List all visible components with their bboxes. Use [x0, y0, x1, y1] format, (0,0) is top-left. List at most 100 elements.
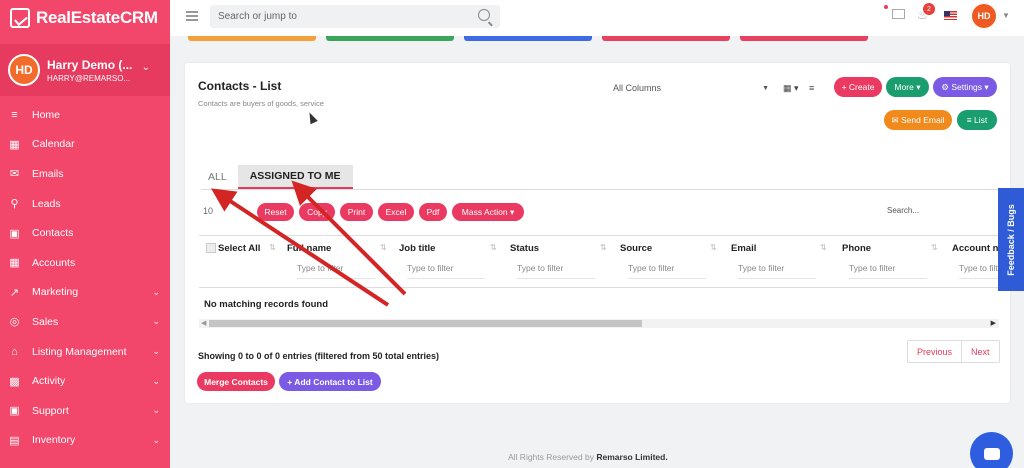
- select-all-checkbox[interactable]: [206, 243, 216, 253]
- col-source[interactable]: Source: [620, 243, 652, 254]
- sidebar-item-accounts[interactable]: ▦ Accounts: [0, 248, 170, 278]
- list-button[interactable]: ≡ List: [957, 110, 997, 130]
- sort-icon[interactable]: ⇅: [710, 243, 717, 252]
- sidebar-item-contacts[interactable]: ▣ Contacts: [0, 218, 170, 248]
- avatar[interactable]: HD: [972, 4, 996, 28]
- sidebar-item-support[interactable]: ▣ Support ⌄: [0, 396, 170, 426]
- user-name: Harry Demo (...: [47, 57, 133, 72]
- home-icon: ≡: [11, 108, 18, 121]
- filter-status[interactable]: Type to filter: [517, 261, 595, 279]
- copy-button[interactable]: Copy: [299, 203, 335, 221]
- scroll-right-icon[interactable]: ▶: [991, 319, 996, 327]
- brand-logo[interactable]: RealEstateCRM: [0, 0, 170, 36]
- page-subtitle: Contacts are buyers of goods, service: [198, 99, 324, 108]
- tabs-divider: [201, 189, 1001, 190]
- grid-view-icon[interactable]: ▦ ▾: [783, 83, 799, 94]
- mail-icon[interactable]: [892, 9, 905, 19]
- filter-email[interactable]: Type to filter: [738, 261, 816, 279]
- filter-full-name[interactable]: Type to filter: [297, 261, 375, 279]
- col-select-all[interactable]: Select All: [218, 243, 260, 254]
- inventory-icon: ▤: [9, 434, 20, 447]
- sidebar-item-calendar[interactable]: ▦ Calendar: [0, 130, 170, 160]
- table-search-input[interactable]: Search...: [887, 206, 919, 215]
- search-icon[interactable]: [478, 9, 490, 21]
- horizontal-scrollbar[interactable]: ◀ ▶: [199, 319, 999, 328]
- col-job-title[interactable]: Job title: [399, 243, 435, 254]
- page-length-select[interactable]: 10: [203, 206, 213, 216]
- sort-icon[interactable]: ⇅: [269, 243, 276, 252]
- brand-name-rest: CRM: [119, 8, 158, 27]
- tab-all[interactable]: ALL: [201, 165, 234, 189]
- house-icon: ⌂: [11, 345, 18, 358]
- tab-assigned-to-me[interactable]: ASSIGNED TO ME: [237, 165, 353, 189]
- col-status[interactable]: Status: [510, 243, 539, 254]
- send-email-button[interactable]: ✉ Send Email: [884, 110, 952, 130]
- previous-button[interactable]: Previous: [908, 341, 963, 362]
- gear-icon: ⚙: [941, 81, 949, 92]
- feedback-tab[interactable]: Feedback / Bugs: [998, 188, 1024, 291]
- menu-toggle-icon[interactable]: [186, 11, 198, 21]
- sort-icon[interactable]: ⇅: [380, 243, 387, 252]
- sidebar-item-leads[interactable]: ⚲ Leads: [0, 189, 170, 219]
- briefcase-icon: ▩: [9, 375, 20, 388]
- create-button[interactable]: + Create: [834, 77, 882, 97]
- reset-button[interactable]: Reset: [257, 203, 294, 221]
- chevron-down-icon: ⌄: [152, 405, 160, 416]
- col-account-name[interactable]: Account n: [952, 243, 998, 254]
- notification-badge: 2: [923, 3, 935, 15]
- sidebar-item-sales[interactable]: ◎ Sales ⌄: [0, 307, 170, 337]
- scroll-left-icon[interactable]: ◀: [201, 319, 206, 327]
- sidebar-item-listing-management[interactable]: ⌂ Listing Management ⌄: [0, 337, 170, 367]
- mail-unread-dot: [884, 5, 888, 9]
- sort-icon[interactable]: ⇅: [820, 243, 827, 252]
- scrollbar-thumb[interactable]: [209, 320, 642, 327]
- pdf-button[interactable]: Pdf: [419, 203, 447, 221]
- sort-icon[interactable]: ⇅: [490, 243, 497, 252]
- summary-strip-orange: [188, 36, 316, 41]
- sidebar-item-activity[interactable]: ▩ Activity ⌄: [0, 366, 170, 396]
- filter-phone[interactable]: Type to filter: [849, 261, 927, 279]
- filter-source[interactable]: Type to filter: [628, 261, 706, 279]
- merge-contacts-button[interactable]: Merge Contacts: [197, 372, 275, 391]
- accounts-icon: ▦: [9, 257, 20, 270]
- list-icon: ≡: [966, 115, 972, 125]
- pagination: Previous Next: [907, 340, 1000, 363]
- search-icon: ⚲: [10, 198, 19, 211]
- sidebar-item-inventory[interactable]: ▤ Inventory ⌄: [0, 426, 170, 456]
- col-full-name[interactable]: Full name: [287, 243, 331, 254]
- sort-icon[interactable]: ⇅: [931, 243, 938, 252]
- excel-button[interactable]: Excel: [378, 203, 414, 221]
- col-email[interactable]: Email: [731, 243, 756, 254]
- print-button[interactable]: Print: [340, 203, 373, 221]
- sort-icon[interactable]: ⇅: [600, 243, 607, 252]
- chevron-down-icon: ⌄: [152, 286, 160, 297]
- add-contact-to-list-button[interactable]: + Add Contact to List: [279, 372, 381, 391]
- sidebar-menu: ≡ Home ▦ Calendar ✉ Emails ⚲ Leads ▣ Contacts…: [0, 100, 170, 455]
- search-input[interactable]: Search or jump to: [210, 5, 500, 28]
- sidebar-item-marketing[interactable]: ↗ Marketing ⌄: [0, 278, 170, 308]
- chevron-down-icon[interactable]: ⌄: [142, 62, 150, 73]
- next-button[interactable]: Next: [962, 341, 999, 362]
- tabs: ALL ASSIGNED TO ME: [201, 165, 353, 189]
- chevron-down-icon[interactable]: ▼: [1002, 11, 1010, 20]
- support-icon: ▣: [9, 405, 20, 418]
- settings-button[interactable]: ⚙ Settings ▾: [933, 77, 997, 97]
- columns-select[interactable]: All Columns ▼: [613, 83, 773, 97]
- summary-strip-green: [326, 36, 454, 41]
- chat-icon[interactable]: [970, 432, 1013, 468]
- chevron-down-icon: ⌄: [152, 434, 160, 445]
- filter-icon[interactable]: ≡: [809, 83, 814, 93]
- calendar-icon: ▦: [9, 138, 20, 151]
- flag-icon[interactable]: [944, 11, 957, 20]
- brand-name-bold: RealEstate: [36, 8, 120, 27]
- sidebar-item-emails[interactable]: ✉ Emails: [0, 159, 170, 189]
- col-phone[interactable]: Phone: [842, 243, 871, 254]
- sidebar-item-home[interactable]: ≡ Home: [0, 100, 170, 130]
- entries-info: Showing 0 to 0 of 0 entries (filtered fr…: [198, 351, 440, 361]
- mass-action-button[interactable]: Mass Action ▾: [452, 203, 524, 221]
- empty-table-message: No matching records found: [204, 299, 329, 310]
- user-profile[interactable]: HD Harry Demo (... HARRY@REMARSO... ⌄: [0, 44, 170, 96]
- caret-down-icon: ▼: [762, 85, 769, 92]
- filter-job-title[interactable]: Type to filter: [407, 261, 485, 279]
- more-button[interactable]: More ▾: [886, 77, 929, 97]
